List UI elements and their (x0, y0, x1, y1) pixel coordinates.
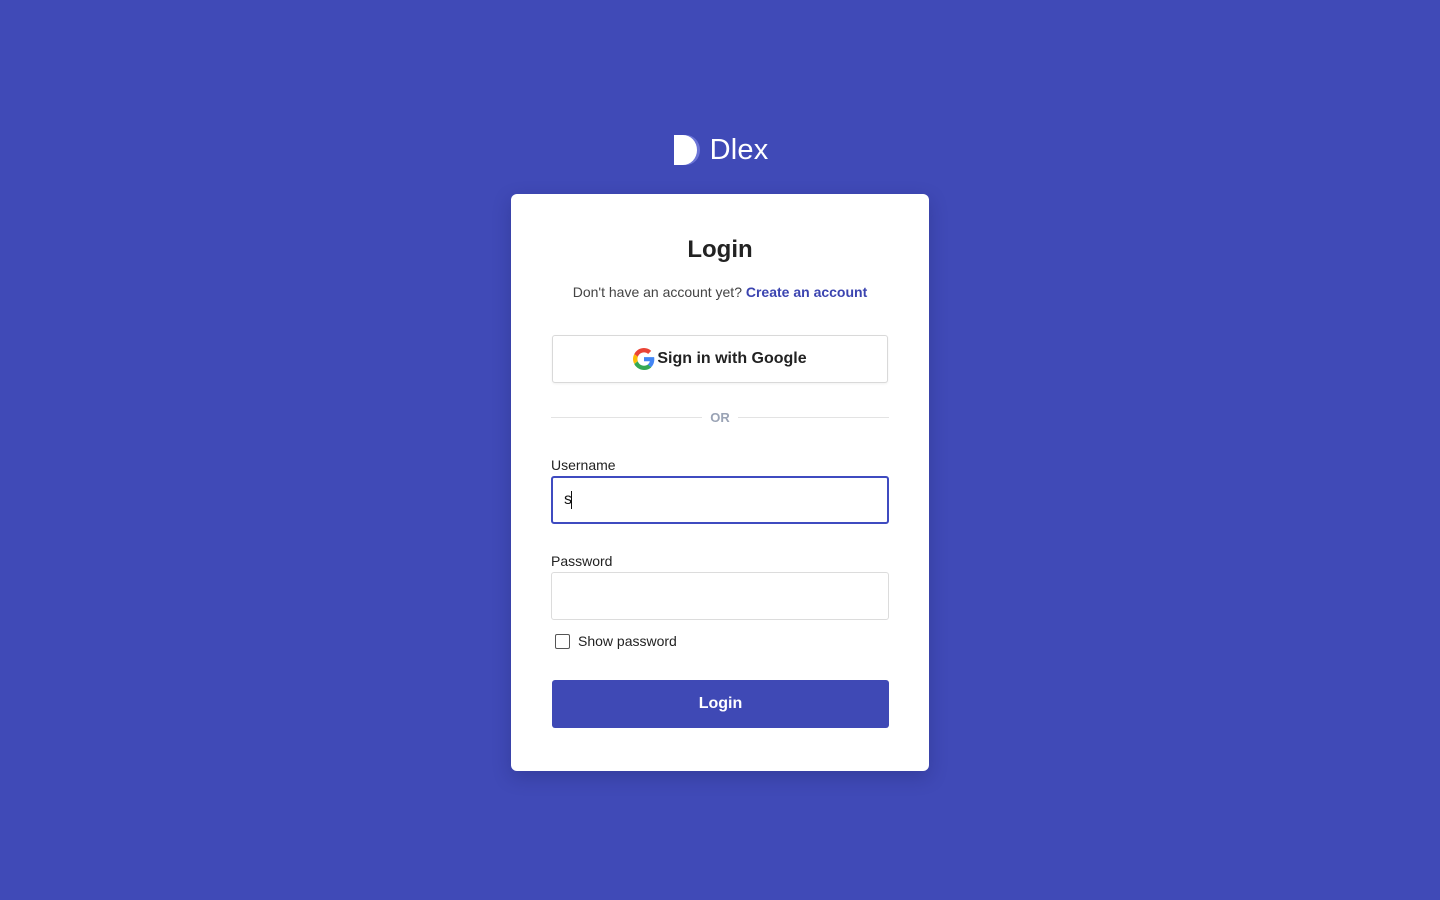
google-icon (633, 348, 655, 370)
username-input[interactable] (551, 476, 889, 524)
dlex-logo-icon (673, 135, 700, 165)
brand-header: Dlex (0, 130, 1440, 170)
create-account-link[interactable]: Create an account (746, 284, 867, 300)
no-account-text: Don't have an account yet? (572, 284, 742, 300)
google-button-label: Sign in with Google (657, 350, 807, 367)
text-cursor (571, 491, 572, 509)
show-password-checkbox[interactable] (555, 634, 570, 649)
divider-line-right (737, 416, 889, 418)
password-input[interactable] (551, 572, 889, 620)
divider-text: OR (710, 409, 730, 425)
or-divider: OR (551, 408, 889, 426)
show-password-label[interactable]: Show password (578, 633, 677, 649)
google-signin-button[interactable]: Sign in with Google (552, 335, 888, 383)
username-label: Username (551, 457, 616, 473)
password-label: Password (551, 553, 613, 569)
brand-name: Dlex (709, 133, 769, 166)
divider-line-left (551, 416, 703, 418)
login-button[interactable]: Login (552, 680, 889, 728)
page-title: Login (687, 236, 753, 263)
signup-prompt: Don't have an account yet? Create an acc… (0, 284, 1440, 300)
